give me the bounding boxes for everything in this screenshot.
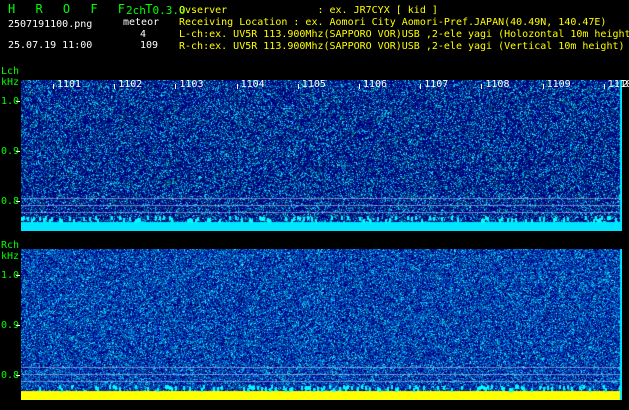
time-tick-8	[542, 84, 544, 89]
rch-settings-line: R-ch:ex. UV5R 113.900Mhz(SAPPORO VOR)USB…	[179, 41, 625, 52]
time-label-5: 1106	[363, 79, 388, 90]
time-label-4: 1105	[301, 79, 326, 90]
time-label-3: 1104	[240, 79, 265, 90]
lch-spectrogram	[21, 80, 622, 231]
rch-dash-3	[16, 375, 20, 376]
lch-tick-0-9: 0.9	[1, 146, 20, 157]
location-line: Receiving Location : ex. Aomori City Aom…	[179, 17, 607, 28]
datetime: 25.07.19 11:00	[8, 40, 93, 51]
lch-dash-3	[16, 201, 20, 202]
lch-tick-1-0: 1.0	[1, 96, 20, 107]
time-label-8: 1109	[546, 79, 571, 90]
lch-unit: kHz	[1, 77, 20, 88]
rch-dash-1	[16, 275, 20, 276]
meteor-count-rch: 109	[140, 40, 159, 51]
rch-tick-0-9: 0.9	[1, 320, 20, 331]
time-tick-9	[603, 84, 605, 89]
time-tick-1	[114, 84, 116, 89]
lch-dash-2	[16, 151, 20, 152]
time-tick-5	[359, 84, 360, 89]
rch-spectrogram	[21, 249, 622, 400]
time-label-1: 1102	[118, 79, 143, 90]
time-label-2: 1103	[179, 79, 204, 90]
rch-tick-1-0: 1.0	[1, 270, 20, 281]
lch-tick-0-8: 0.8	[1, 196, 20, 207]
rch-dash-2	[16, 325, 20, 326]
channel-label: 2ch 0.3.0	[126, 4, 186, 17]
time-label-7: 1108	[485, 79, 510, 90]
meteor-label: meteor	[123, 17, 160, 28]
time-label-0: 1101	[57, 79, 82, 90]
time-label-6: 1107	[424, 79, 449, 90]
time-tick-3	[236, 84, 238, 89]
rch-tick-0-8: 0.8	[1, 370, 20, 381]
lch-dash-1	[16, 101, 20, 102]
time-tick-4	[297, 84, 299, 89]
filename: 2507191100.png	[8, 19, 93, 30]
time-tick-0	[53, 84, 54, 89]
time-tick-2	[175, 84, 177, 89]
time-tick-6	[420, 84, 422, 89]
time-tick-7	[481, 84, 483, 89]
rch-unit: kHz	[1, 251, 20, 262]
time-label-10: 2	[622, 79, 629, 90]
observer-line: Ovserver : ex. JR7CYX [ kid ]	[179, 5, 438, 16]
lch-settings-line: L-ch:ex. UV5R 113.900Mhz(SAPPORO VOR)USB…	[179, 29, 629, 40]
